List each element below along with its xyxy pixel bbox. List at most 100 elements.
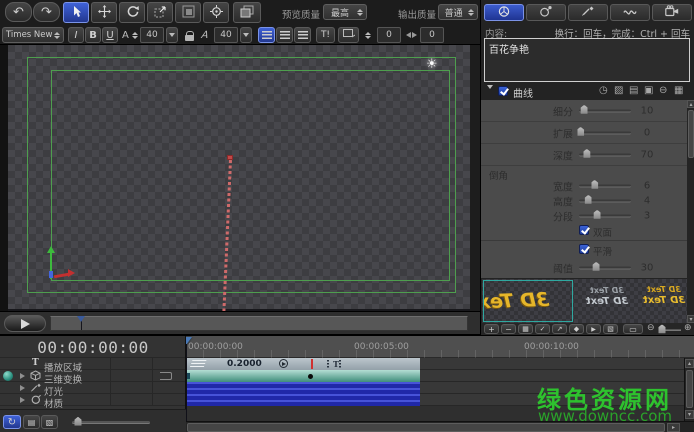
kerning-field[interactable]: 0 bbox=[420, 27, 444, 43]
scrollbar-thumb[interactable] bbox=[688, 110, 694, 158]
slider-thumb[interactable] bbox=[585, 195, 592, 204]
region-tool-button[interactable] bbox=[175, 2, 201, 23]
timeline-playhead-line[interactable] bbox=[186, 344, 187, 421]
preview-quality-dropdown[interactable]: 最高 bbox=[323, 4, 367, 20]
scroll-up-button[interactable]: ▴ bbox=[685, 359, 694, 368]
z-axis-gizmo[interactable] bbox=[49, 271, 53, 278]
move-tool-button[interactable] bbox=[91, 2, 117, 23]
tab-camera[interactable] bbox=[652, 4, 692, 21]
grid-icon[interactable]: ▦ bbox=[674, 85, 683, 96]
slider-thumb[interactable] bbox=[75, 417, 82, 426]
slider-track[interactable] bbox=[579, 199, 631, 202]
rotate-tool-button[interactable] bbox=[119, 2, 145, 23]
layer-icon[interactable]: ▤ bbox=[629, 85, 638, 96]
textbox-button[interactable] bbox=[338, 27, 359, 43]
slider-track[interactable] bbox=[579, 153, 631, 156]
object-sphere-icon[interactable] bbox=[3, 371, 13, 381]
play-area-clip[interactable]: 0.2000 T bbox=[187, 358, 420, 370]
slider-thumb[interactable] bbox=[594, 210, 601, 219]
viewport-canvas[interactable]: ☀ bbox=[8, 45, 470, 311]
slider-thumb[interactable] bbox=[659, 324, 666, 333]
tab-animation[interactable] bbox=[610, 4, 650, 21]
timeline-zoom-slider[interactable] bbox=[72, 421, 150, 424]
align-right-button[interactable] bbox=[294, 27, 311, 43]
underline-button[interactable]: U bbox=[102, 27, 118, 43]
export-preset-button[interactable]: ↗ bbox=[552, 324, 567, 334]
stepper-icon[interactable] bbox=[54, 32, 60, 39]
clip-value[interactable]: 0.2000 bbox=[227, 359, 262, 369]
play-button[interactable] bbox=[4, 315, 46, 332]
scrollbar-thumb[interactable] bbox=[686, 370, 693, 408]
style-preset-3[interactable]: 3D Text 3D Text bbox=[641, 280, 687, 322]
scroll-down-button[interactable]: ▾ bbox=[687, 315, 694, 323]
align-center-button[interactable] bbox=[276, 27, 293, 43]
undo-button[interactable]: ↶ bbox=[5, 2, 32, 22]
font-size-field[interactable]: 40 bbox=[140, 27, 164, 43]
minus-icon[interactable]: ⊖ bbox=[659, 85, 667, 96]
scroll-up-button[interactable]: ▴ bbox=[687, 100, 694, 108]
font-size-dropdown-button[interactable] bbox=[166, 27, 178, 43]
keyframe-marker[interactable] bbox=[311, 359, 313, 369]
char-width-dropdown-button[interactable] bbox=[240, 27, 252, 43]
text-orientation-button[interactable]: T! bbox=[316, 27, 335, 43]
expand-arrow-icon[interactable] bbox=[20, 397, 25, 403]
slider-track[interactable] bbox=[579, 131, 631, 134]
panel-scrollbar[interactable]: ▴ ▾ bbox=[687, 100, 694, 323]
stopwatch-icon[interactable]: ◷ bbox=[599, 85, 608, 96]
timecode-display[interactable]: 00:00:00:00 bbox=[0, 338, 186, 356]
line-spacing-field[interactable]: 0 bbox=[377, 27, 401, 43]
slider-track[interactable] bbox=[579, 266, 631, 269]
curve-view-button[interactable]: ▧ bbox=[41, 415, 58, 429]
bold-button[interactable]: B bbox=[85, 27, 101, 43]
smooth-checkbox[interactable] bbox=[579, 244, 589, 254]
thumbnail-zoom-slider[interactable] bbox=[659, 329, 681, 331]
slider-thumb[interactable] bbox=[581, 105, 588, 114]
preview-scrubber[interactable] bbox=[50, 316, 468, 331]
lock-icon[interactable] bbox=[182, 27, 196, 43]
remove-preset-button[interactable]: − bbox=[501, 324, 516, 334]
char-width-field[interactable]: 40 bbox=[214, 27, 238, 43]
double-sided-checkbox[interactable] bbox=[579, 225, 589, 235]
italic-button[interactable]: I bbox=[68, 27, 84, 43]
transfer-mode-icon[interactable]: ▨ bbox=[614, 85, 623, 96]
timeline-ruler[interactable]: 00:00:00:00 00:00:05:00 00:00:10:00 bbox=[186, 336, 694, 358]
apply-preset-button[interactable]: ✓ bbox=[535, 324, 550, 334]
slider-track[interactable] bbox=[579, 109, 631, 112]
light-source-icon[interactable]: ☀ bbox=[426, 57, 438, 72]
stopwatch-icon[interactable] bbox=[279, 359, 288, 368]
text-content-input[interactable]: 百花争艳 bbox=[484, 38, 690, 82]
scrubber-playhead-icon[interactable] bbox=[77, 316, 85, 322]
slider-track[interactable] bbox=[579, 214, 631, 217]
tab-light[interactable] bbox=[568, 4, 608, 21]
stepper-icon[interactable] bbox=[357, 9, 363, 16]
add-preset-button[interactable]: + bbox=[484, 324, 499, 334]
grid-view-button[interactable]: ▦ bbox=[518, 324, 533, 334]
preview-preset-button[interactable]: ▶ bbox=[586, 324, 601, 334]
tab-3d-text[interactable] bbox=[484, 4, 524, 21]
shape-preset-button[interactable]: ◆ bbox=[569, 324, 584, 334]
font-family-dropdown[interactable]: Times New Ron bbox=[2, 27, 64, 43]
expand-arrow-icon[interactable] bbox=[20, 385, 25, 391]
timeline-vscrollbar[interactable]: ▴ ▾ bbox=[684, 358, 694, 421]
stepper-icon[interactable] bbox=[468, 9, 474, 16]
target-tool-button[interactable] bbox=[203, 2, 229, 23]
collapse-arrow-icon[interactable] bbox=[487, 89, 493, 100]
pattern-preset-button[interactable]: ▧ bbox=[603, 324, 618, 334]
clip-link-icon[interactable] bbox=[160, 372, 172, 380]
loop-toggle-button[interactable]: ↻ bbox=[3, 415, 21, 429]
keyframe-view-button[interactable]: ▤ bbox=[23, 415, 40, 429]
expand-arrow-icon[interactable] bbox=[20, 373, 25, 379]
zoom-in-icon[interactable]: ⊕ bbox=[684, 323, 692, 333]
fullscreen-preview-button[interactable]: ▭ bbox=[623, 324, 643, 334]
slider-thumb[interactable] bbox=[593, 262, 600, 271]
solo-icon[interactable]: ▣ bbox=[644, 85, 653, 96]
slider-thumb[interactable] bbox=[583, 149, 590, 158]
slider-thumb[interactable] bbox=[591, 180, 598, 189]
output-quality-dropdown[interactable]: 普通 bbox=[438, 4, 478, 20]
curve-enabled-checkbox[interactable] bbox=[498, 86, 508, 96]
slider-thumb[interactable] bbox=[577, 127, 584, 136]
select-tool-button[interactable] bbox=[63, 2, 89, 23]
style-preset-selected[interactable]: 3D Tex bbox=[483, 280, 573, 322]
tab-material[interactable] bbox=[526, 4, 566, 21]
duplicate-tool-button[interactable] bbox=[233, 2, 261, 23]
